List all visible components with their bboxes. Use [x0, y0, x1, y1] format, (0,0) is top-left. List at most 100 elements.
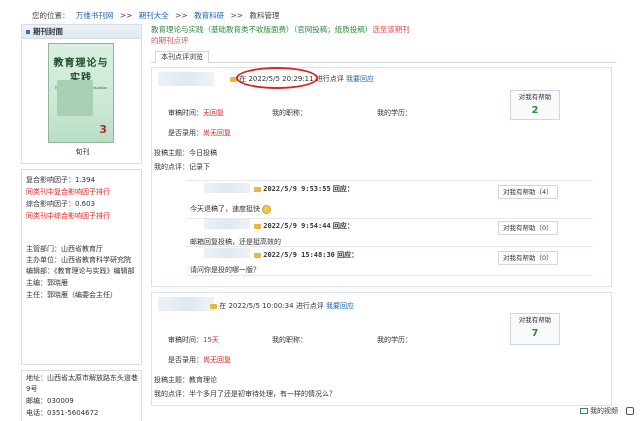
topic-field: 投稿主题：今日投稿 — [154, 148, 217, 158]
review-time-field: 审稿时间：15天 — [168, 335, 219, 345]
cover-issue-number: 3 — [99, 123, 107, 136]
user-avatar — [204, 219, 250, 229]
comment-field: 我的点评：半个多月了还是初审待处理，有一样的情况么？ — [154, 389, 336, 399]
helpful-button[interactable]: 对我有帮助 7 — [510, 313, 560, 345]
reply-header: 2022/5/9 9:53:55 回应： — [254, 184, 354, 194]
reply-item: 2022/5/9 15:48:30 回应： 请问你是投的哪一版？ 对我有帮助（0… — [186, 246, 593, 276]
highlight-circle — [236, 67, 318, 89]
mail-icon — [210, 303, 217, 309]
reply-label: 回应： — [332, 185, 354, 193]
helpful-label: 对我有帮助 — [518, 93, 552, 101]
overall-ranking-link[interactable]: 同类刊中综合影响因子排行 — [22, 210, 141, 222]
footer-bar: 我的视频 — [580, 406, 634, 416]
comment-field: 我的点评：记录下 — [154, 162, 210, 172]
breadcrumb-education-link[interactable]: 教育科研 — [194, 11, 224, 20]
breadcrumb-current: 教科管理 — [249, 11, 280, 20]
review-datetime: 2022/5/5 10:00:34 — [228, 302, 294, 310]
accepted-value: 尚无回复 — [203, 129, 231, 137]
reply-datetime: 2022/5/9 15:48:30 — [263, 251, 335, 259]
accepted-field: 是否录用：尚无回复 — [168, 128, 231, 138]
review-action: 进行点评 — [315, 75, 344, 83]
square-icon — [26, 30, 30, 34]
user-avatar — [158, 72, 214, 86]
breadcrumb-home-link[interactable]: 万维书刊网 — [76, 11, 114, 20]
reply-helpful-button[interactable]: 对我有帮助（4） — [498, 185, 558, 199]
user-avatar — [204, 183, 250, 193]
comment-label: 我的点评： — [154, 390, 189, 398]
helpful-count: 2 — [531, 105, 539, 116]
journal-title: 教育理论与实践（基础教育类不收版面费）（官网投稿；纸质投稿） — [151, 25, 373, 34]
editorial-office-info: 编辑部：《教育理论与实践》编辑部 — [26, 267, 135, 275]
date-prefix: 在 — [219, 302, 227, 310]
comment-label: 我的点评： — [154, 163, 189, 171]
breadcrumb: 您的位置： 万维书刊网 >> 期刊大全 >> 教育科研 >> 教科管理 — [32, 10, 283, 21]
submit-link[interactable]: 选至该期刊 — [372, 25, 410, 34]
reply-text: 请问你是投的哪一版？ — [190, 266, 260, 274]
page-subtitle: 的期刊点评 — [151, 36, 189, 45]
cover-panel: 期刊封面 教育理论与实践 Theory and Practice of Educ… — [21, 24, 142, 164]
topic-value: 教育理论 — [189, 376, 217, 384]
reply-header: 2022/5/9 15:48:30 回应： — [254, 250, 358, 260]
main-content: 教育理论与实践（基础教育类不收版面费）（官网投稿；纸质投稿）选至该期刊 的期刊点… — [151, 24, 616, 63]
breadcrumb-separator: >> — [230, 11, 244, 20]
phone-info: 电话：0351-5604672 — [26, 409, 99, 417]
review-action: 进行点评 — [295, 302, 324, 310]
reply-label: 回应： — [332, 222, 354, 230]
accepted-label: 是否录用： — [168, 129, 203, 137]
reply-text: 今天退稿了，速度挺快 — [190, 204, 271, 214]
mail-icon — [254, 186, 261, 192]
reply-item: 2022/5/9 9:54:44 回应： 邮箱回复投稿，还是挺高效的 对我有帮助… — [186, 218, 593, 246]
helpful-button[interactable]: 对我有帮助 2 — [510, 90, 560, 120]
address-info: 地址：山西省太原市解放路东头道巷9号 — [26, 374, 138, 393]
composite-ranking-link[interactable]: 同类刊中复合影响因子排行 — [22, 186, 141, 198]
breadcrumb-journals-link[interactable]: 期刊大全 — [139, 11, 169, 20]
journal-cover-image[interactable]: 教育理论与实践 Theory and Practice of Education… — [48, 43, 114, 143]
title-label: 我的职称： — [272, 109, 307, 117]
composite-impact-factor: 复合影响因子：1.394 — [26, 176, 96, 184]
cover-illustration — [57, 80, 93, 116]
breadcrumb-separator: >> — [175, 11, 188, 20]
review-time-value: 无回复 — [203, 109, 224, 117]
review-card: 在 2022/5/5 10:00:34 进行点评 我要回应 对我有帮助 7 审稿… — [151, 292, 612, 406]
emoji-icon — [262, 204, 271, 214]
reply-link[interactable]: 我要回应 — [346, 75, 374, 83]
publication-frequency: 旬刊 — [75, 148, 90, 156]
breadcrumb-separator: >> — [119, 11, 133, 20]
breadcrumb-prefix: 您的位置： — [32, 11, 70, 20]
topic-label: 投稿主题： — [154, 376, 189, 384]
reply-datetime: 2022/5/9 9:53:55 — [263, 185, 331, 193]
settings-icon[interactable] — [626, 407, 634, 415]
reply-item: 2022/5/9 9:53:55 回应： 今天退稿了，速度挺快 对我有帮助（4） — [186, 180, 593, 218]
my-video-link[interactable]: 我的视频 — [590, 407, 618, 415]
supervisor-info: 主管部门：山西省教育厅 — [26, 245, 103, 253]
director-info: 主任：郭晓雁（编委会主任） — [26, 291, 117, 299]
tab-reviews[interactable]: 本刊点评浏览 — [155, 51, 209, 63]
user-avatar — [204, 248, 250, 258]
overall-impact-factor: 综合影响因子：0.603 — [26, 200, 96, 208]
education-label: 我的学历： — [377, 336, 412, 344]
mail-icon — [254, 252, 261, 258]
topic-field: 投稿主题：教育理论 — [154, 375, 217, 385]
accepted-label: 是否录用： — [168, 356, 203, 364]
reply-link[interactable]: 我要回应 — [326, 302, 354, 310]
cover-header-label: 期刊封面 — [33, 27, 63, 36]
topic-value: 今日投稿 — [189, 149, 217, 157]
reply-header: 2022/5/9 9:54:44 回应： — [254, 221, 354, 231]
helpful-label: 对我有帮助 — [518, 316, 552, 324]
review-header: 在 2022/5/5 10:00:34 进行点评 我要回应 — [210, 301, 354, 311]
review-time-label: 审稿时间： — [168, 336, 203, 344]
mail-icon — [254, 223, 261, 229]
accepted-value: 尚无回复 — [203, 356, 231, 364]
cover-panel-header: 期刊封面 — [22, 25, 141, 39]
education-label: 我的学历： — [377, 109, 412, 117]
accepted-field: 是否录用：尚无回复 — [168, 355, 231, 365]
contact-panel: 地址：山西省太原市解放路东头道巷9号 邮编：030009 电话：0351-560… — [21, 370, 142, 421]
reply-helpful-button[interactable]: 对我有帮助（0） — [498, 221, 558, 235]
reply-datetime: 2022/5/9 9:54:44 — [263, 222, 331, 230]
tab-bar: 本刊点评浏览 — [151, 51, 616, 63]
video-icon — [580, 408, 588, 414]
review-time-field: 审稿时间：无回复 — [168, 108, 224, 118]
title-label: 我的职称： — [272, 336, 307, 344]
review-time-label: 审稿时间： — [168, 109, 203, 117]
reply-helpful-button[interactable]: 对我有帮助（0） — [498, 251, 558, 265]
